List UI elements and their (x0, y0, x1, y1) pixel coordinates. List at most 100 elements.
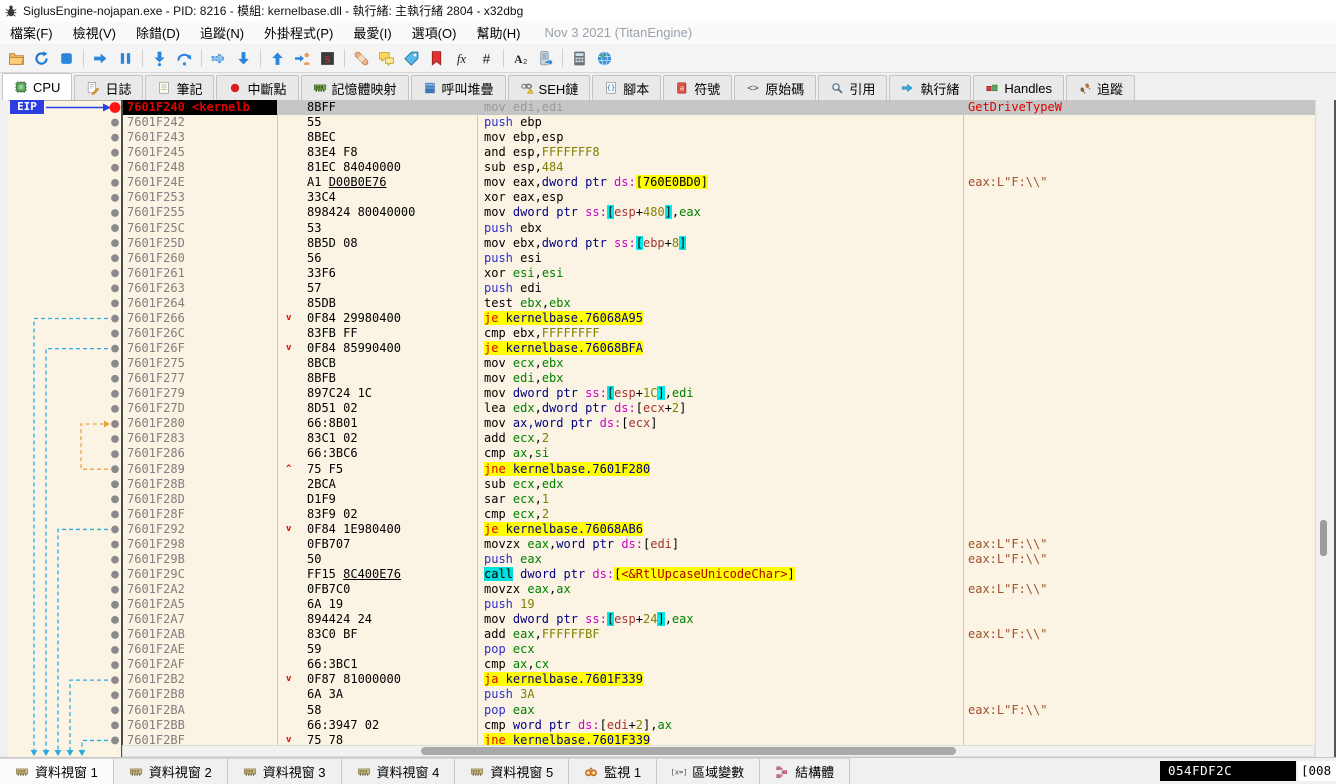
instruction-cell[interactable]: push ebp (477, 115, 963, 130)
instruction-cell[interactable]: mov eax,dword ptr ds:[760E0BD0] (477, 175, 963, 190)
address-cell[interactable]: 7601F253 (122, 190, 277, 205)
disasm-row[interactable]: 7601F26Fv0F84 85990400je kernelbase.7606… (122, 341, 1315, 356)
tab-中斷點[interactable]: 中斷點 (216, 75, 298, 100)
disasm-row[interactable]: 7601F26C83FB FFcmp ebx,FFFFFFFF (122, 326, 1315, 341)
instruction-cell[interactable]: call dword ptr ds:[<&RtlUpcaseUnicodeCha… (477, 567, 963, 582)
menu-item[interactable]: 選項(O) (402, 21, 467, 44)
tab-筆記[interactable]: 筆記 (145, 75, 214, 100)
instruction-cell[interactable]: lea edx,dword ptr ds:[ecx+2] (477, 401, 963, 416)
run-button[interactable] (88, 46, 113, 71)
disasm-row[interactable]: 7601F292v0F84 1E980400je kernelbase.7606… (122, 522, 1315, 537)
tab-日誌[interactable]: 日誌 (74, 75, 143, 100)
column-divider[interactable] (963, 100, 964, 745)
address-cell[interactable]: 7601F2BF (122, 733, 277, 745)
calculator-button[interactable] (567, 46, 592, 71)
disasm-row[interactable]: 7601F2BB66:3947 02cmp word ptr ds:[edi+2… (122, 718, 1315, 733)
labels-button[interactable] (399, 46, 424, 71)
address-cell[interactable]: 7601F29C (122, 567, 277, 582)
run-to-user-code-button[interactable] (290, 46, 315, 71)
instruction-cell[interactable]: mov ecx,ebx (477, 356, 963, 371)
disasm-row[interactable]: 7601F24EA1 D00B0E76mov eax,dword ptr ds:… (122, 175, 1315, 190)
tab-追蹤[interactable]: 追蹤 (1066, 75, 1135, 100)
instruction-cell[interactable]: mov ax,word ptr ds:[ecx] (477, 416, 963, 431)
instruction-cell[interactable]: je kernelbase.76068AB6 (477, 522, 963, 537)
disasm-row[interactable]: 7601F2BFv75 78jne kernelbase.7601F339 (122, 733, 1315, 745)
disasm-row[interactable]: 7601F2A20FB7C0movzx eax,axeax:L"F:\\" (122, 582, 1315, 597)
bottom-tab-資料視窗 1[interactable]: 資料視窗 1 (0, 758, 114, 784)
column-divider[interactable] (277, 100, 278, 745)
address-cell[interactable]: 7601F298 (122, 537, 277, 552)
address-cell[interactable]: 7601F25C (122, 221, 277, 236)
menu-item[interactable]: 追蹤(N) (190, 21, 254, 44)
functions-button[interactable]: fx (449, 46, 474, 71)
step-into-button[interactable] (147, 46, 172, 71)
disasm-row[interactable]: 7601F25C53push ebx (122, 221, 1315, 236)
address-cell[interactable]: 7601F2AB (122, 627, 277, 642)
disasm-row-eip[interactable]: 7601F240 <kernelb8BFFmov edi,ediGetDrive… (122, 100, 1315, 115)
address-cell[interactable]: 7601F289 (122, 462, 277, 477)
tab-腳本[interactable]: {}腳本 (592, 75, 661, 100)
instruction-cell[interactable]: mov edi,ebx (477, 371, 963, 386)
instruction-cell[interactable]: push esi (477, 251, 963, 266)
disasm-row[interactable]: 7601F28DD1F9sar ecx,1 (122, 492, 1315, 507)
bottom-tab-結構體[interactable]: 結構體 (760, 758, 850, 784)
disasm-row[interactable]: 7601F28F83F9 02cmp ecx,2 (122, 507, 1315, 522)
menu-item[interactable]: 檢視(V) (63, 21, 126, 44)
disasm-row[interactable]: 7601F2B86A 3Apush 3A (122, 687, 1315, 702)
column-divider[interactable] (477, 100, 478, 745)
address-cell[interactable]: 7601F2BB (122, 718, 277, 733)
disasm-row[interactable]: 7601F25333C4xor eax,esp (122, 190, 1315, 205)
address-cell[interactable]: 7601F283 (122, 431, 277, 446)
address-cell[interactable]: 7601F275 (122, 356, 277, 371)
address-cell[interactable]: 7601F240 <kernelb (122, 100, 277, 115)
instruction-cell[interactable]: test ebx,ebx (477, 296, 963, 311)
pane-splitter[interactable] (1331, 100, 1336, 757)
address-cell[interactable]: 7601F292 (122, 522, 277, 537)
instruction-cell[interactable]: add eax,FFFFFFBF (477, 627, 963, 642)
address-cell[interactable]: 7601F26C (122, 326, 277, 341)
address-cell[interactable]: 7601F2AE (122, 642, 277, 657)
instruction-cell[interactable]: cmp ax,si (477, 446, 963, 461)
address-cell[interactable]: 7601F2B8 (122, 687, 277, 702)
address-cell[interactable]: 7601F27D (122, 401, 277, 416)
instruction-cell[interactable]: push 3A (477, 687, 963, 702)
crc-button[interactable]: # (474, 46, 499, 71)
horizontal-scrollbar-thumb[interactable] (421, 747, 956, 755)
bottom-tab-資料視窗 4[interactable]: 資料視窗 4 (342, 758, 456, 784)
disasm-row[interactable]: 7601F2A56A 19push 19 (122, 597, 1315, 612)
disasm-row[interactable]: 7601F24255push ebp (122, 115, 1315, 130)
step-over-button[interactable] (172, 46, 197, 71)
instruction-cell[interactable]: pop eax (477, 703, 963, 718)
step-out-button[interactable] (265, 46, 290, 71)
vertical-scrollbar-thumb[interactable] (1320, 520, 1327, 556)
address-cell[interactable]: 7601F245 (122, 145, 277, 160)
instruction-cell[interactable]: cmp ax,cx (477, 657, 963, 672)
disasm-row[interactable]: 7601F2AF66:3BC1cmp ax,cx (122, 657, 1315, 672)
menu-item[interactable]: 外掛程式(P) (254, 21, 343, 44)
instruction-cell[interactable]: jne kernelbase.7601F280 (477, 462, 963, 477)
disasm-row[interactable]: 7601F26485DBtest ebx,ebx (122, 296, 1315, 311)
address-cell[interactable]: 7601F2A7 (122, 612, 277, 627)
instruction-cell[interactable]: je kernelbase.76068A95 (477, 311, 963, 326)
address-cell[interactable]: 7601F286 (122, 446, 277, 461)
menu-item[interactable]: 除錯(D) (126, 21, 190, 44)
restart-button[interactable] (29, 46, 54, 71)
instruction-cell[interactable]: jne kernelbase.7601F339 (477, 733, 963, 745)
address-cell[interactable]: 7601F26F (122, 341, 277, 356)
instruction-cell[interactable]: xor esi,esi (477, 266, 963, 281)
disasm-row[interactable]: 7601F28B2BCAsub ecx,edx (122, 477, 1315, 492)
disasm-row[interactable]: 7601F289^75 F5jne kernelbase.7601F280 (122, 462, 1315, 477)
disasm-row[interactable]: 7601F2438BECmov ebp,esp (122, 130, 1315, 145)
tab-原始碼[interactable]: <>原始碼 (734, 75, 816, 100)
stop-button[interactable] (54, 46, 79, 71)
disasm-row[interactable]: 7601F279897C24 1Cmov dword ptr ss:[esp+1… (122, 386, 1315, 401)
disasm-row[interactable]: 7601F2A7894424 24mov dword ptr ss:[esp+2… (122, 612, 1315, 627)
bottom-tab-區域變數[interactable]: [x=]區域變數 (657, 758, 760, 784)
instruction-cell[interactable]: add ecx,2 (477, 431, 963, 446)
disasm-row[interactable]: 7601F29B50push eaxeax:L"F:\\" (122, 552, 1315, 567)
address-cell[interactable]: 7601F261 (122, 266, 277, 281)
menu-item[interactable]: 幫助(H) (466, 21, 530, 44)
instruction-cell[interactable]: sar ecx,1 (477, 492, 963, 507)
disasm-row[interactable]: 7601F2B2v0F87 81000000ja kernelbase.7601… (122, 672, 1315, 687)
instruction-cell[interactable]: and esp,FFFFFFF8 (477, 145, 963, 160)
